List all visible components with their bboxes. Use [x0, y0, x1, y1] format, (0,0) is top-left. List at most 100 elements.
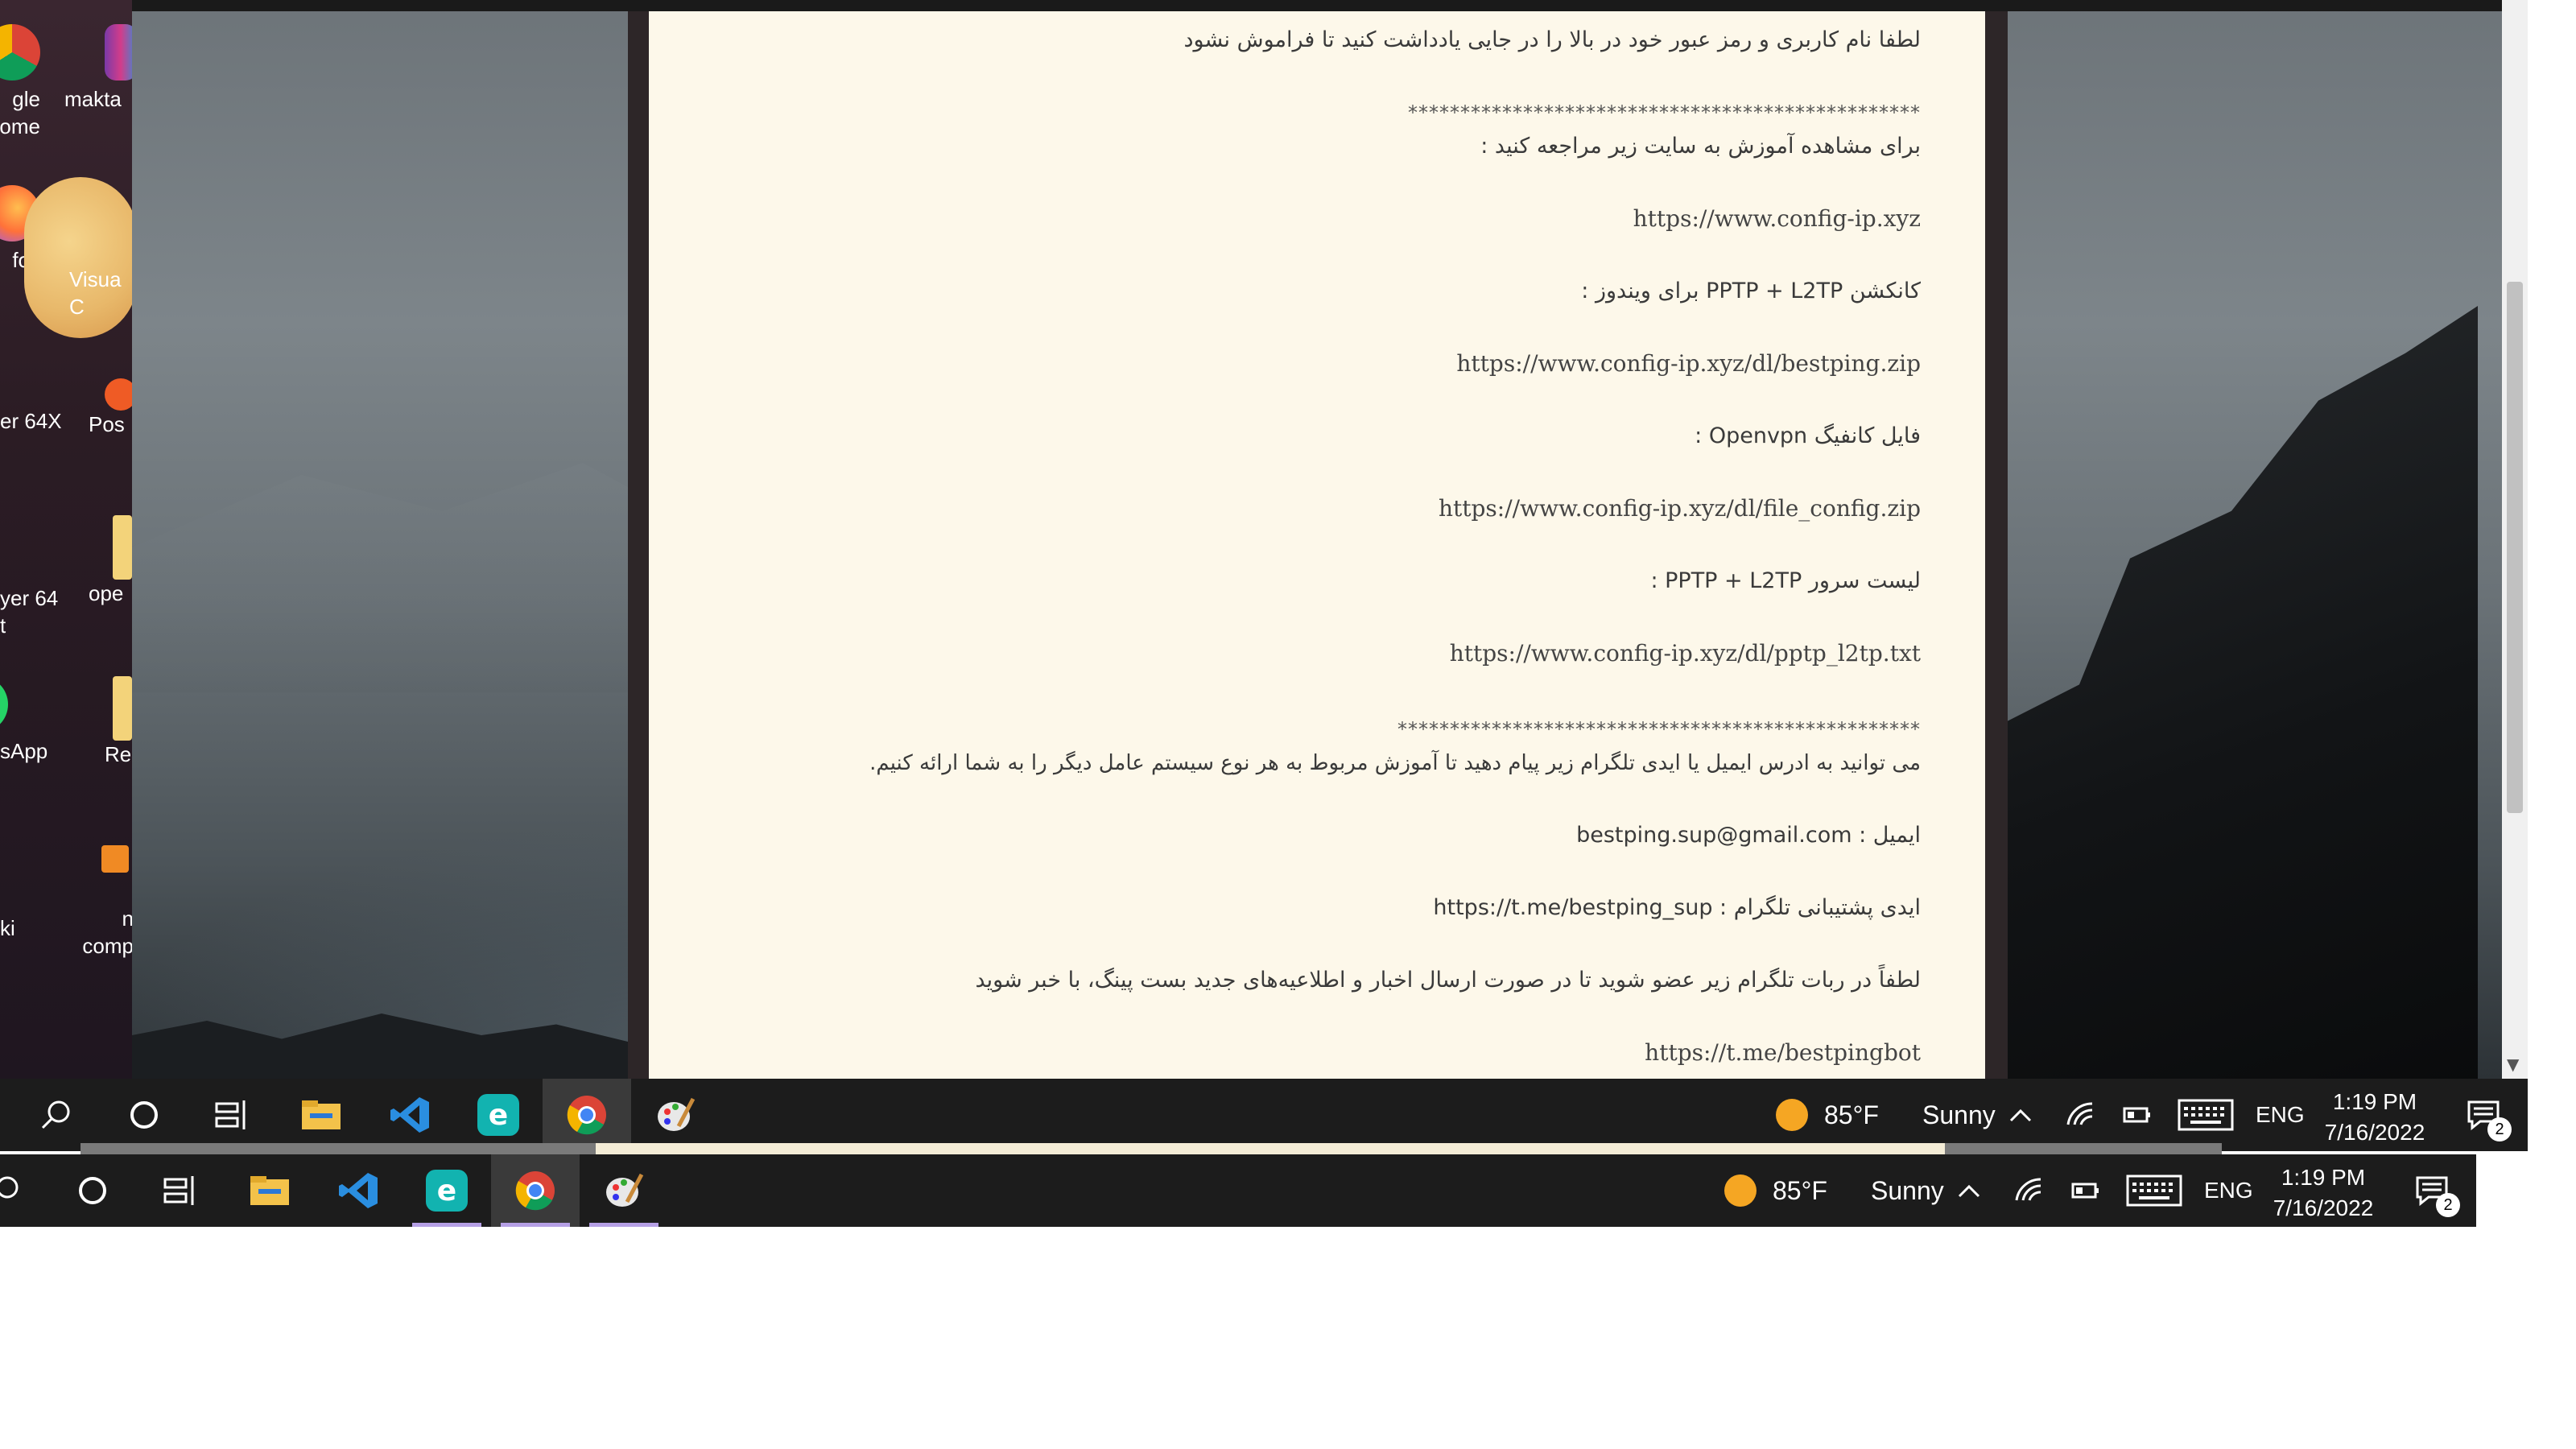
window-top-edge [132, 0, 2502, 11]
desktop-icon-label: ope [89, 581, 124, 605]
network-icon [101, 845, 129, 873]
desktop-icon-media-player[interactable]: er 64X [0, 346, 72, 435]
action-center-button[interactable]: 2 [2396, 1154, 2468, 1227]
doc-line: ایمیل : bestping.sup@gmail.com [1576, 823, 1921, 848]
taskbar-eset[interactable]: e [454, 1079, 543, 1151]
cortana-circle-icon [130, 1101, 158, 1129]
doc-link[interactable]: https://www.config-ip.xyz/dl/pptp_l2tp.t… [1450, 638, 1921, 670]
doc-line: می توانید به ادرس ایمیل یا ایدی تلگرام ز… [869, 751, 1921, 775]
doc-link[interactable]: https://www.config-ip.xyz/dl/bestping.zi… [1456, 348, 1921, 380]
taskbar-paint[interactable] [631, 1079, 720, 1151]
desktop-icon-network[interactable]: n comp [72, 845, 132, 960]
desktop-icon-chrome[interactable]: gle ome [0, 24, 72, 140]
taskbar-vscode[interactable] [365, 1079, 454, 1151]
doc-line: فایل کانفیگ Openvpn : [1695, 423, 1921, 448]
taskbar-eset[interactable]: e [402, 1154, 491, 1227]
battery-button[interactable] [2109, 1079, 2165, 1151]
search-button[interactable] [0, 1154, 48, 1227]
task-view-button[interactable] [188, 1079, 277, 1151]
desktop-icon-label: Re [105, 742, 132, 766]
desktop-icon-label: er 64X [0, 409, 62, 433]
desktop-icon-label: sApp [0, 739, 48, 763]
chrome-icon [515, 1171, 555, 1211]
doc-line: برای مشاهده آموزش به سایت زیر مراجعه کنی… [1480, 134, 1921, 159]
taskbar-file-explorer[interactable] [225, 1154, 314, 1227]
clock-time: 1:19 PM [2332, 1089, 2417, 1114]
cortana-button[interactable] [48, 1154, 137, 1227]
desktop-icon-potplayer[interactable]: yer 64 t [0, 515, 72, 639]
keyboard-icon [2126, 1174, 2182, 1207]
doc-link[interactable]: https://t.me/bestpingbot [1645, 1037, 1921, 1069]
folder-icon [113, 676, 132, 741]
task-view-icon [163, 1176, 194, 1205]
doc-link[interactable]: https://www.config-ip.xyz/dl/file_config… [1439, 493, 1921, 525]
cortana-button[interactable] [100, 1079, 188, 1151]
notification-count-badge: 2 [2436, 1193, 2460, 1217]
paint-icon [606, 1173, 644, 1207]
vscode-icon [390, 1097, 429, 1133]
cortana-circle-icon [79, 1177, 106, 1204]
doc-link[interactable]: https://www.config-ip.xyz [1633, 203, 1921, 235]
postman-icon [105, 378, 132, 411]
clock[interactable]: 1:19 PM 7/16/2022 [2267, 1162, 2380, 1224]
desktop-icon-folder-ope[interactable]: ope [89, 515, 132, 607]
chevron-up-icon [1958, 1184, 1980, 1198]
action-center-button[interactable]: 2 [2447, 1079, 2520, 1151]
search-button[interactable] [11, 1079, 100, 1151]
keyboard-icon [2178, 1099, 2234, 1131]
desktop-icon-label: yer 64 t [0, 586, 59, 638]
file-explorer-icon [250, 1176, 289, 1205]
show-hidden-icons-button[interactable] [1988, 1079, 2053, 1151]
notification-count-badge: 2 [2487, 1117, 2512, 1141]
taskbar-vscode[interactable] [314, 1154, 402, 1227]
eset-icon: e [426, 1170, 468, 1212]
doc-line: لیست سرور PPTP + L2TP : [1650, 568, 1921, 593]
task-view-icon [215, 1100, 246, 1129]
weather-sun-icon [1776, 1099, 1808, 1131]
document-viewer: لطفا نام کاربری و رمز عبور خود در بالا ر… [628, 11, 2008, 1079]
network-button[interactable] [2001, 1154, 2058, 1227]
doc-line: ایدی پشتیبانی تلگرام : https://t.me/best… [1433, 895, 1921, 920]
chrome-icon [567, 1096, 606, 1135]
language-indicator[interactable]: ENG [2204, 1154, 2253, 1227]
taskbar-paint[interactable] [580, 1154, 668, 1227]
network-button[interactable] [2053, 1079, 2109, 1151]
weather-sun-icon [1724, 1174, 1757, 1207]
desktop-icon-vscode-label: Visua C [69, 266, 132, 320]
desktop-icon-folder-re[interactable]: Re [89, 676, 132, 768]
doc-line: کانکشن PPTP + L2TP برای ویندوز : [1581, 279, 1921, 303]
search-icon [41, 1100, 70, 1129]
desktop-icon-winrar[interactable]: makta [64, 24, 132, 113]
wallpaper-rocks [132, 1013, 631, 1079]
language-indicator[interactable]: ENG [2256, 1079, 2305, 1151]
task-view-button[interactable] [137, 1154, 225, 1227]
desktop-icon-app[interactable]: ki [0, 845, 72, 942]
desktop-icon-label: gle ome [0, 87, 40, 138]
taskbar-top: e 85°F Sunny ENG 1:19 PM 7/16/2022 2 [0, 1079, 2528, 1151]
taskbar-chrome[interactable] [543, 1079, 631, 1151]
desktop-icon-postman[interactable]: Pos [89, 378, 132, 438]
folder-icon [113, 515, 132, 580]
taskbar-file-explorer[interactable] [277, 1079, 365, 1151]
weather-description: Sunny [1922, 1100, 1996, 1129]
search-icon [0, 1176, 19, 1199]
battery-icon [2071, 1183, 2099, 1199]
clock[interactable]: 1:19 PM 7/16/2022 [2318, 1087, 2431, 1148]
show-hidden-icons-button[interactable] [1937, 1154, 2001, 1227]
taskbar-chrome[interactable] [491, 1154, 580, 1227]
scrollbar-thumb[interactable] [2507, 282, 2523, 813]
weather-description: Sunny [1871, 1175, 1944, 1205]
desktop-icon-whatsapp[interactable]: sApp [0, 676, 72, 765]
page-scrollbar[interactable]: ▼ [2502, 0, 2528, 1079]
touch-keyboard-button[interactable] [2165, 1079, 2246, 1151]
clock-time: 1:19 PM [2281, 1165, 2366, 1190]
doc-separator: ****************************************… [1397, 718, 1921, 741]
clock-date: 7/16/2022 [2273, 1195, 2374, 1220]
desktop-icon-label: n comp [82, 906, 132, 958]
scroll-down-arrow-icon[interactable]: ▼ [2507, 1055, 2519, 1074]
battery-icon [2123, 1107, 2150, 1123]
eset-icon: e [477, 1094, 519, 1136]
touch-keyboard-button[interactable] [2114, 1154, 2194, 1227]
battery-button[interactable] [2058, 1154, 2114, 1227]
whatsapp-icon [0, 676, 8, 733]
